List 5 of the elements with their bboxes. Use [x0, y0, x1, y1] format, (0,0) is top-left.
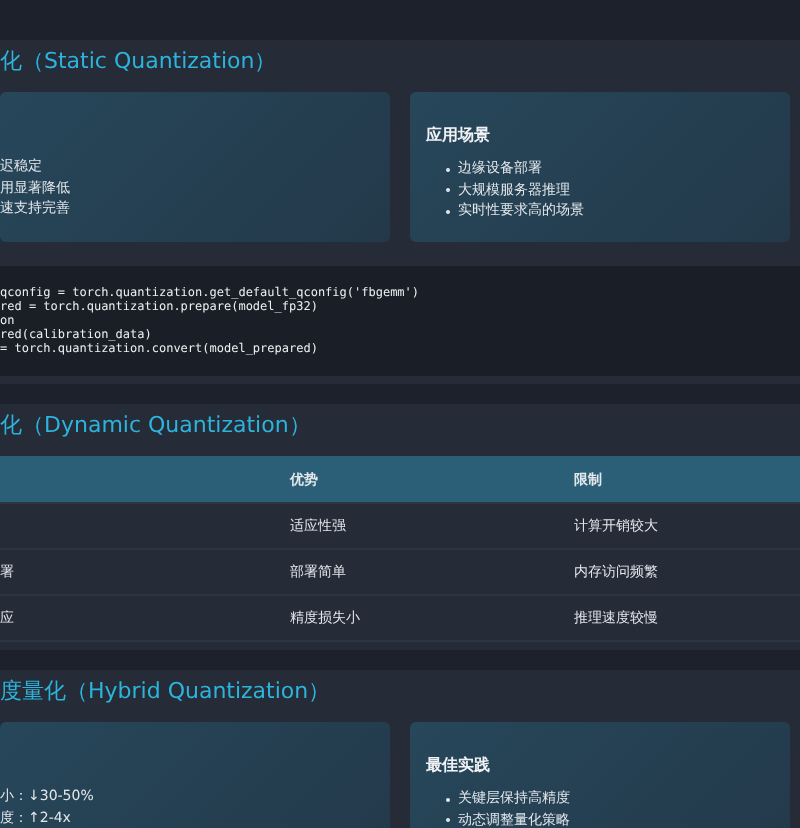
- card-heading: 最佳实践: [424, 754, 492, 776]
- section-title: 化（Dynamic Quantization）: [0, 412, 313, 440]
- card-heading: 应用场景: [424, 124, 492, 146]
- section-title: 化（Static Quantization）: [0, 48, 279, 76]
- section-title: 度量化（Hybrid Quantization）: [0, 678, 333, 706]
